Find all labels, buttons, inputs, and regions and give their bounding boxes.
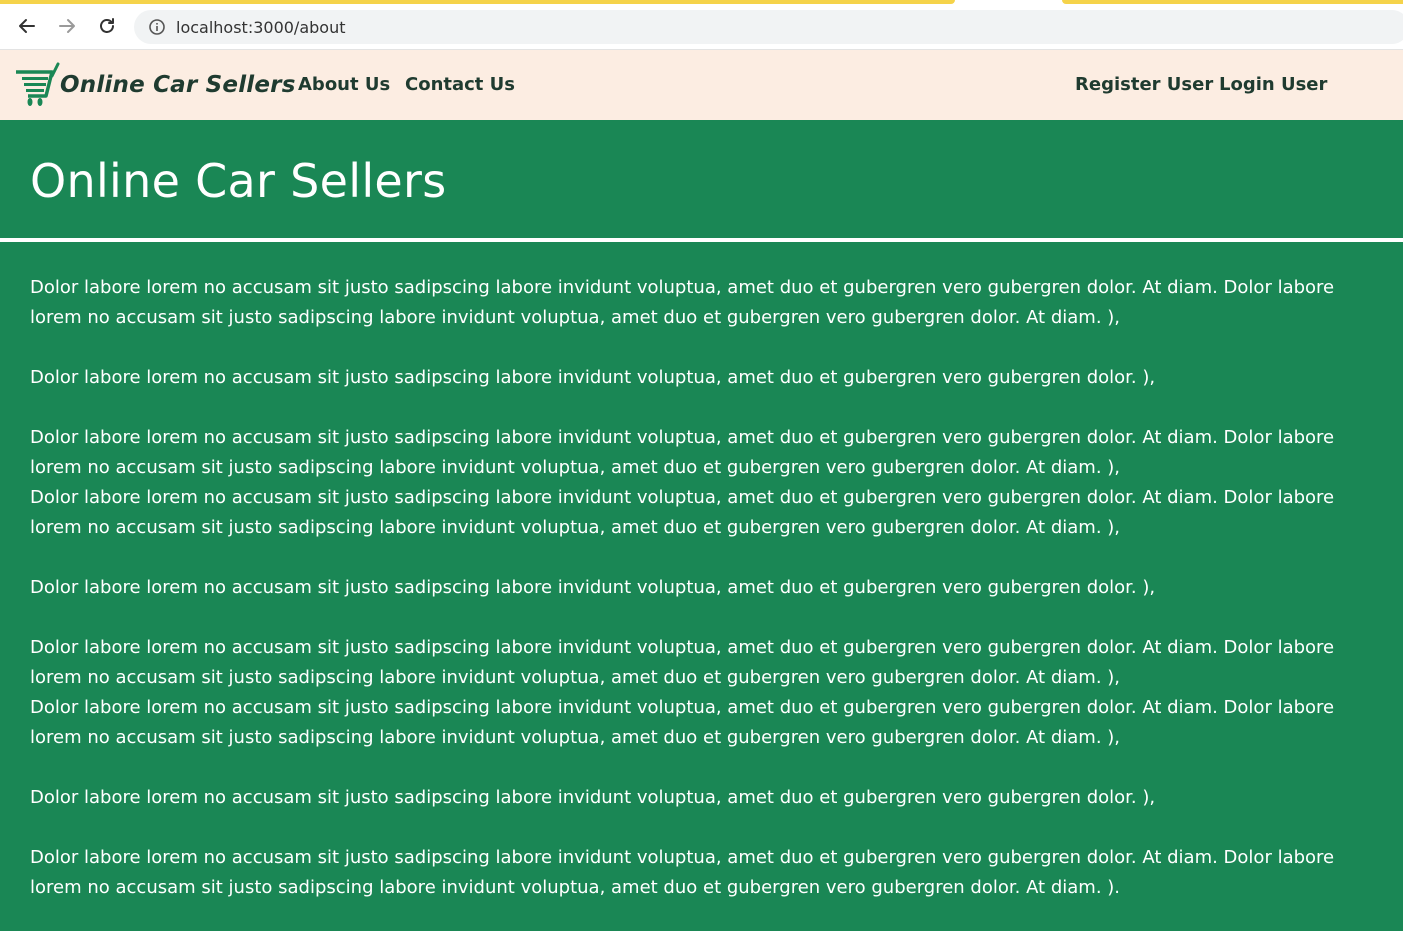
content-paragraph: Dolor labore lorem no accusam sit justo … — [30, 637, 1335, 688]
content-paragraph: Dolor labore lorem no accusam sit justo … — [30, 787, 1156, 808]
content-paragraph: Dolor labore lorem no accusam sit justo … — [30, 697, 1335, 748]
content-paragraph: Dolor labore lorem no accusam sit justo … — [30, 277, 1335, 328]
nav-link-contact[interactable]: Contact Us — [405, 74, 515, 95]
content-paragraph: Dolor labore lorem no accusam sit justo … — [30, 427, 1335, 478]
content-paragraph: Dolor labore lorem no accusam sit justo … — [30, 367, 1156, 388]
nav-link-login[interactable]: Login User — [1219, 74, 1327, 95]
back-button[interactable] — [13, 12, 41, 40]
nav-link-about[interactable]: About Us — [298, 74, 390, 95]
reload-button[interactable] — [93, 12, 121, 40]
page-title: Online Car Sellers — [30, 154, 447, 208]
address-bar[interactable]: localhost:3000/about — [134, 10, 1403, 44]
site-navbar: Online Car Sellers About Us Contact Us R… — [0, 50, 1403, 120]
divider — [0, 238, 1403, 242]
arrow-right-icon — [59, 19, 75, 33]
browser-toolbar: localhost:3000/about — [0, 0, 1403, 50]
about-content: Dolor labore lorem no accusam sit justo … — [30, 273, 1385, 903]
content-paragraph: Dolor labore lorem no accusam sit justo … — [30, 847, 1335, 898]
forward-button[interactable] — [53, 12, 81, 40]
page-loading-indicator — [0, 0, 955, 4]
hero-banner: Online Car Sellers — [0, 120, 1403, 238]
brand-link[interactable]: Online Car Sellers — [14, 62, 296, 108]
shopping-cart-icon — [16, 62, 60, 106]
reload-icon — [100, 18, 114, 33]
page-loading-indicator — [1062, 0, 1403, 4]
url-text[interactable]: localhost:3000/about — [176, 18, 345, 37]
content-paragraph: Dolor labore lorem no accusam sit justo … — [30, 577, 1156, 598]
content-paragraph: Dolor labore lorem no accusam sit justo … — [30, 487, 1335, 538]
nav-link-register[interactable]: Register User — [1075, 74, 1213, 95]
brand-name: Online Car Sellers — [60, 72, 296, 98]
info-icon[interactable] — [148, 18, 166, 36]
arrow-left-icon — [19, 19, 35, 33]
